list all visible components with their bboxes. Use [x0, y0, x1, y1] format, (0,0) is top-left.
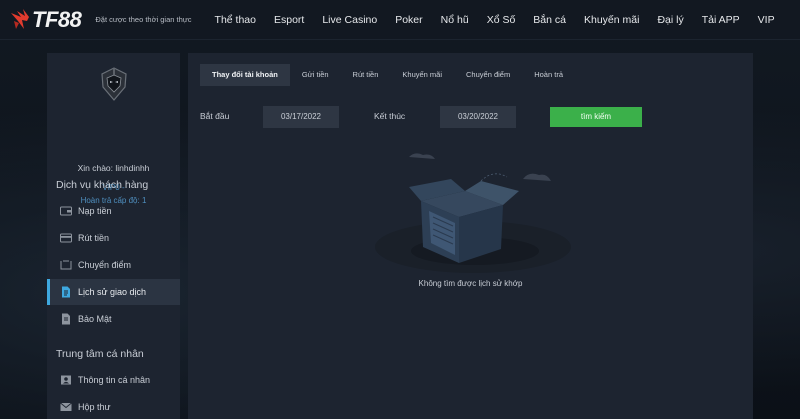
end-date-label: Kết thúc [374, 111, 406, 121]
shield-icon [60, 313, 72, 325]
nav-live-casino[interactable]: Live Casino [313, 0, 386, 40]
brand-tagline: Đặt cược theo thời gian thực [95, 15, 192, 24]
card-icon [60, 233, 72, 243]
sidebar-item-label: Chuyển điểm [78, 260, 132, 270]
sidebar-item-mailbox[interactable]: Hộp thư [47, 394, 180, 419]
history-tabs: Thay đổi tài khoản Gửi tiền Rút tiền Khu… [200, 64, 575, 86]
mail-icon [60, 402, 72, 412]
empty-state-message: Không tìm được lịch sử khớp [418, 279, 523, 288]
nav-poker[interactable]: Poker [386, 0, 431, 40]
sidebar-item-withdraw[interactable]: Rút tiền [47, 225, 180, 251]
tab-promotions[interactable]: Khuyến mãi [390, 64, 454, 86]
tab-withdrawals[interactable]: Rút tiền [341, 64, 391, 86]
top-header: TF88 Đặt cược theo thời gian thực Thể th… [0, 0, 800, 40]
section-personal-center: Trung tâm cá nhân [56, 348, 144, 360]
tab-rebates[interactable]: Hoàn trả [522, 64, 575, 86]
wallet-icon [60, 206, 72, 216]
main-nav: Thể thao Esport Live Casino Poker Nổ hũ … [202, 0, 784, 40]
sidebar-item-label: Bảo Mật [78, 314, 112, 324]
profile-icon [60, 375, 72, 385]
nav-vip[interactable]: VIP [749, 0, 784, 40]
sidebar-item-security[interactable]: Bảo Mật [47, 306, 180, 332]
sidebar-item-transaction-history[interactable]: Lịch sử giao dịch [47, 279, 180, 305]
document-icon [60, 286, 72, 298]
brand-mark-icon [8, 7, 34, 33]
tab-deposits[interactable]: Gửi tiền [290, 64, 341, 86]
sidebar-item-label: Lịch sử giao dịch [78, 287, 147, 297]
greeting-text: Xin chào: linhdinhh [77, 163, 150, 173]
empty-box-illustration [373, 147, 573, 287]
brand-logo[interactable]: TF88 [8, 0, 82, 40]
start-date-label: Bắt đầu [200, 111, 230, 121]
tab-account-changes[interactable]: Thay đổi tài khoản [200, 64, 290, 86]
sidebar-item-label: Rút tiền [78, 233, 110, 243]
sidebar-item-transfer[interactable]: Chuyển điểm [47, 252, 180, 278]
brand-name: TF88 [32, 6, 82, 32]
start-date-input[interactable]: 03/17/2022 [263, 106, 339, 128]
sidebar-item-label: Hộp thư [78, 402, 111, 412]
section-customer-services: Dịch vụ khách hàng [56, 179, 149, 191]
sidebar-item-label: Thông tin cá nhân [78, 375, 151, 385]
transfer-icon [60, 260, 72, 270]
user-avatar [98, 67, 130, 101]
tab-transfers[interactable]: Chuyển điểm [454, 64, 522, 86]
nav-fishing[interactable]: Bắn cá [524, 0, 575, 40]
nav-download-app[interactable]: Tải APP [693, 0, 749, 40]
nav-lottery[interactable]: Xổ Số [478, 0, 525, 40]
nav-esport[interactable]: Esport [265, 0, 313, 40]
nav-agent[interactable]: Đại lý [648, 0, 692, 40]
search-button[interactable]: tìm kiếm [550, 107, 642, 127]
nav-sports[interactable]: Thể thao [206, 0, 265, 40]
nav-promotions[interactable]: Khuyến mãi [575, 0, 648, 40]
account-sidebar: Xin chào: linhdinhh VIP0 - Hoàn trả cấp … [47, 53, 180, 419]
sidebar-item-deposit[interactable]: Nạp tiền [47, 198, 180, 224]
sidebar-item-profile[interactable]: Thông tin cá nhân [47, 367, 180, 393]
end-date-input[interactable]: 03/20/2022 [440, 106, 516, 128]
transaction-history-panel: Thay đổi tài khoản Gửi tiền Rút tiền Khu… [188, 53, 753, 419]
nav-slots[interactable]: Nổ hũ [432, 0, 478, 40]
sidebar-item-label: Nạp tiền [78, 206, 112, 216]
